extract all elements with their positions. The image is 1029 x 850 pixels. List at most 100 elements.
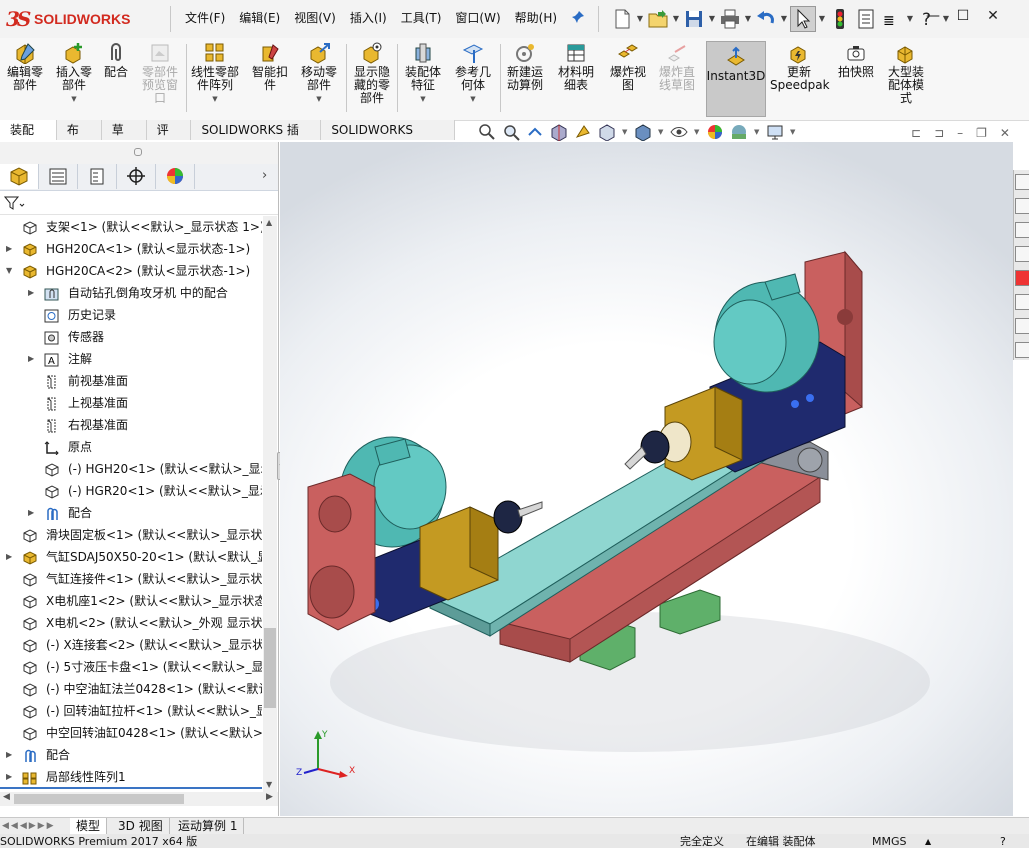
tree-item[interactable]: (-) 回转油缸拉杆<1> (默认<<默认>_显示 [0,700,262,722]
menu-tools[interactable]: 工具(T) [394,9,449,27]
tree-item[interactable]: 传感器 [0,326,262,348]
scroll-right-icon[interactable]: ▶ [266,792,273,802]
tree-item[interactable]: 历史记录 [0,304,262,326]
save-icon[interactable] [682,7,706,31]
tree-vertical-scroll-thumb[interactable] [264,628,276,708]
mate-button[interactable]: 配合 [100,42,132,79]
assembly-features-button[interactable]: 装配体 特征 ▼ [400,42,446,106]
tree-filter[interactable] [0,192,278,215]
assembly-model-view[interactable]: Y X Z [280,142,1013,816]
section-view-icon[interactable] [550,123,568,142]
solidworks-forum-icon[interactable] [1015,318,1029,334]
close-icon[interactable]: ✕ [985,8,1001,24]
expand-arrow-icon[interactable]: ▶ [6,546,16,568]
reference-geometry-button[interactable]: 参考几 何体 ▼ [450,42,496,106]
propertymanager-tab[interactable] [39,164,78,189]
view-palette-icon[interactable] [1015,246,1029,262]
bill-of-materials-button[interactable]: 材料明 细表 [554,42,598,92]
tree-item[interactable]: ▶ 局部线性阵列1 [0,766,262,788]
tree-item[interactable]: ▶ HGH20CA<1> (默认<显示状态-1>) [0,238,262,260]
edit-appearance-icon[interactable] [706,123,724,141]
tree-item[interactable]: 滑块固定板<1> (默认<<默认>_显示状态 [0,524,262,546]
menu-window[interactable]: 窗口(W) [448,9,507,27]
select-arrow-icon[interactable] [790,6,816,32]
comment-icon[interactable] [1015,342,1029,358]
tab-assembly[interactable]: 装配体 [0,120,57,157]
insert-components-button[interactable]: 插入零 部件 ▼ [52,42,96,106]
linear-component-pattern-button[interactable]: 线性零部 件阵列 ▼ [188,42,242,106]
new-document-icon[interactable] [610,7,634,31]
doc-close-icon[interactable]: ✕ [1000,126,1010,140]
tree-item[interactable]: (-) 中空油缸法兰0428<1> (默认<<默认 [0,678,262,700]
display-style-icon[interactable] [634,123,652,142]
file-explorer-icon[interactable] [1015,222,1029,238]
menu-view[interactable]: 视图(V) [287,9,343,27]
show-hidden-components-button[interactable]: 显示隐 藏的零 部件 [350,42,394,105]
view-orientation-icon[interactable] [598,123,616,142]
scroll-left-icon[interactable]: ◀ [3,792,10,802]
custom-properties-icon[interactable] [1015,294,1029,310]
tree-item[interactable]: 支架<1> (默认<<默认>_显示状态 1>) [0,216,262,238]
tree-item[interactable]: ▶ 配合 [0,502,262,524]
edit-component-button[interactable]: 编辑零 部件 [2,42,48,92]
options-icon[interactable]: ≣ [880,7,904,31]
tab-evaluate[interactable]: 评估 [146,120,192,157]
print-dropdown-icon[interactable]: ▼ [744,7,752,31]
large-assembly-mode-button[interactable]: 大型装 配体模 式 [882,42,930,105]
displaymanager-tab[interactable] [156,164,195,189]
tab-solidworks-addins[interactable]: SOLIDWORKS 插件 [191,120,322,157]
doc-minimize-icon[interactable]: – [957,126,963,140]
instant3d-button[interactable]: Instant3D [706,46,766,83]
doc-restore-icon[interactable]: ❐ [976,126,987,140]
tab-model[interactable]: 模型 [70,818,108,835]
tree-item[interactable]: ▶ A 注解 [0,348,262,370]
hide-show-items-icon[interactable] [670,123,688,141]
expand-arrow-icon[interactable]: ▶ [28,282,38,304]
pin-menu-icon[interactable] [571,10,585,24]
new-motion-study-button[interactable]: 新建运 动算例 [502,42,548,92]
tree-item[interactable]: 原点 [0,436,262,458]
tab-motion-study-1[interactable]: 运动算例 1 [172,818,245,835]
menu-help[interactable]: 帮助(H) [508,9,564,27]
featuremanager-tab[interactable] [0,164,39,189]
apply-scene-icon[interactable] [730,123,748,141]
update-speedpak-button[interactable]: 更新 Speedpak [770,42,830,92]
tree-item[interactable]: 气缸连接件<1> (默认<<默认>_显示状态 [0,568,262,590]
zoom-to-area-icon[interactable] [502,123,520,141]
exploded-view-button[interactable]: 爆炸视 图 [606,42,650,92]
scroll-up-icon[interactable]: ▲ [266,218,272,227]
dynamic-annotation-icon[interactable] [574,123,592,141]
menu-insert[interactable]: 插入(I) [343,9,394,27]
panel-toggle-left-icon[interactable]: ⊏ [911,126,921,140]
rebuild-traffic-light-icon[interactable] [828,7,852,31]
tree-item[interactable]: (-) HGR20<1> (默认<<默认>_显示 [0,480,262,502]
tab-sketch[interactable]: 草图 [101,120,147,157]
tab-3d-view[interactable]: 3D 视图 [112,818,170,835]
tree-item[interactable]: 上视基准面 [0,392,262,414]
panel-splitter[interactable] [0,142,278,165]
expand-arrow-icon[interactable]: ▶ [28,502,38,524]
save-dropdown-icon[interactable]: ▼ [708,7,716,31]
tree-item[interactable]: ▶ 配合 [0,744,262,766]
configurationmanager-tab[interactable] [78,164,117,189]
print-icon[interactable] [718,7,742,31]
expand-arrow-icon[interactable]: ▶ [28,348,38,370]
tree-item[interactable]: X电机<2> (默认<<默认>_外观 显示状态 [0,612,262,634]
menu-edit[interactable]: 编辑(E) [232,9,287,27]
tree-horizontal-scroll-thumb[interactable] [14,794,184,804]
tree-item[interactable]: 右视基准面 [0,414,262,436]
take-snapshot-button[interactable]: 拍快照 [834,42,878,79]
tree-item[interactable]: (-) 5寸液压卡盘<1> (默认<<默认>_显示 [0,656,262,678]
tab-nav-arrows-icon[interactable]: ◀◀◀▶▶▶ [2,821,56,831]
previous-view-icon[interactable] [526,123,544,141]
collapse-arrow-icon[interactable]: ▼ [6,260,16,282]
menu-file[interactable]: 文件(F) [178,9,232,27]
appearances-scenes-icon[interactable] [1015,270,1029,286]
expand-arrow-icon[interactable]: ▶ [6,744,16,766]
tree-item[interactable]: ▶ 气缸SDAJ50X50-20<1> (默认<默认_显 [0,546,262,568]
panel-toggle-right-icon[interactable]: ⊐ [934,126,944,140]
solidworks-logo[interactable]: 3S SOLIDWORKS [6,7,154,31]
graphics-area[interactable]: Y X Z [280,142,1013,816]
tab-layout[interactable]: 布局 [56,120,102,157]
view-settings-monitor-icon[interactable] [766,123,784,141]
